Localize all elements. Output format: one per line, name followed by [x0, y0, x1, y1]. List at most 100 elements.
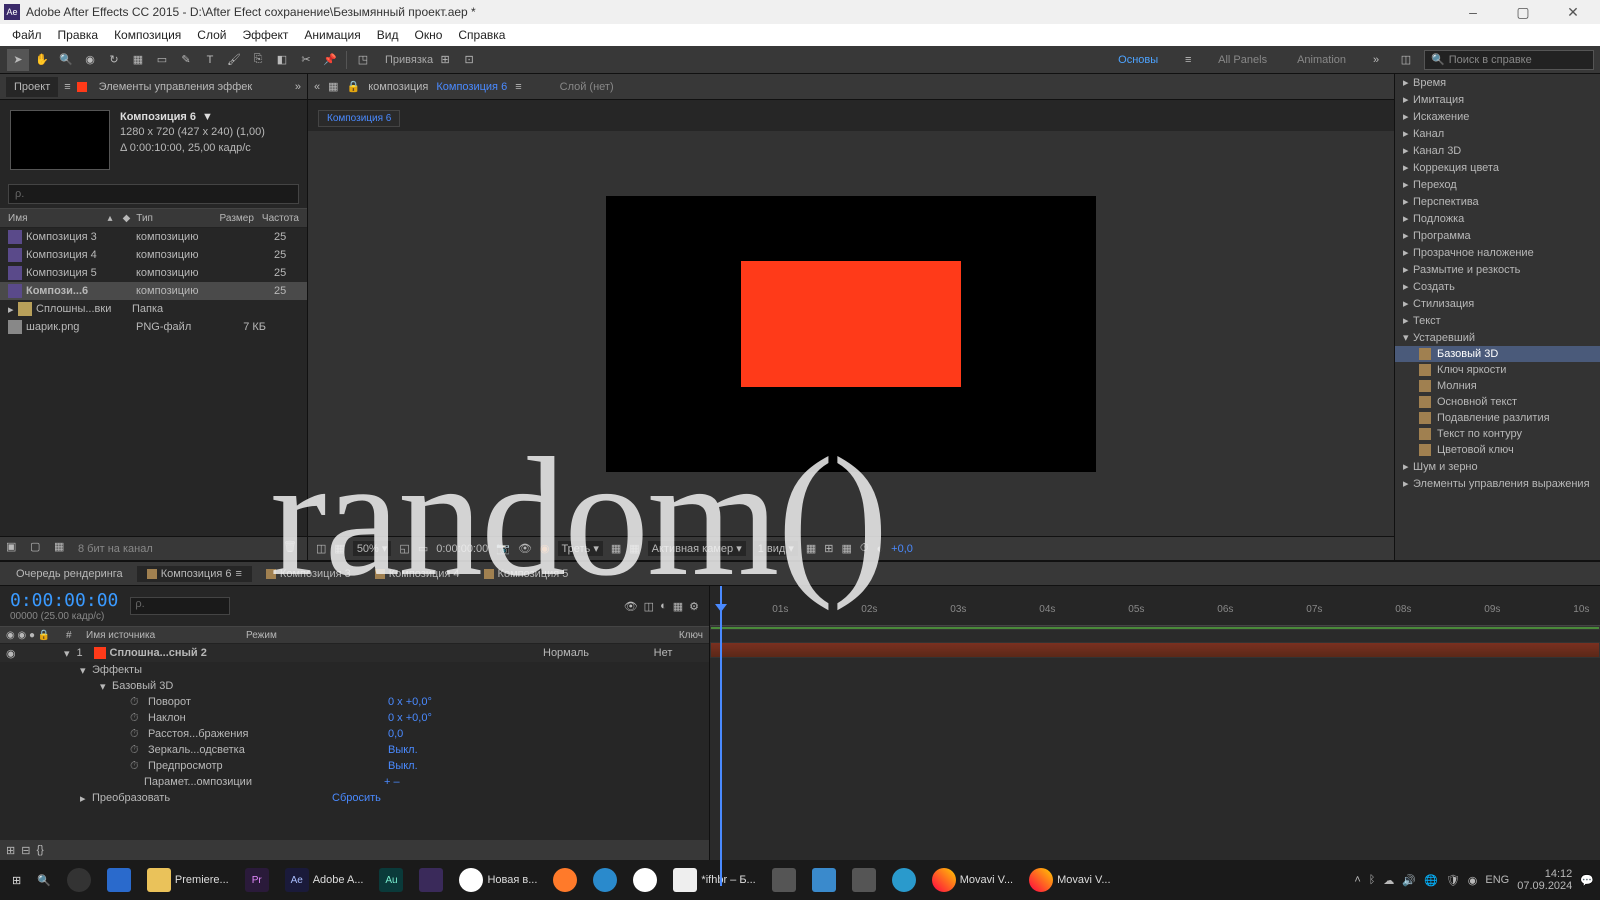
new-folder-icon[interactable]: ▢: [30, 540, 48, 558]
effect-category[interactable]: ▸Программа: [1395, 227, 1600, 244]
menu-edit[interactable]: Правка: [50, 26, 107, 44]
toggle-modes-icon[interactable]: ⊟: [21, 844, 30, 857]
toggle-switches-icon[interactable]: ⊞: [6, 844, 15, 857]
tab-effect-controls[interactable]: Элементы управления эффек: [91, 77, 261, 97]
effect-item-basic3d[interactable]: Базовый 3D: [1395, 346, 1600, 362]
tl-tab-comp4[interactable]: Композиция 4: [365, 566, 470, 582]
minimize-button[interactable]: –: [1458, 4, 1488, 21]
stopwatch-icon[interactable]: ⏱: [130, 728, 144, 741]
menu-animation[interactable]: Анимация: [296, 26, 368, 44]
effect-item[interactable]: Цветовой ключ: [1395, 442, 1600, 458]
eraser-tool[interactable]: ◧: [271, 49, 293, 71]
resolution-icon[interactable]: ◱: [399, 542, 409, 555]
project-item[interactable]: шарик.pngPNG-файл7 КБ: [0, 318, 307, 336]
parent-header[interactable]: Ключ: [679, 630, 703, 641]
taskbar-app[interactable]: [61, 864, 97, 896]
stopwatch-icon[interactable]: ⏱: [130, 760, 144, 773]
solid-layer-preview[interactable]: [741, 261, 961, 387]
effect-category[interactable]: ▸Стилизация: [1395, 295, 1600, 312]
stopwatch-icon[interactable]: ⏱: [130, 696, 144, 709]
prop-specular[interactable]: ⏱Зеркаль...одсветкаВыкл.: [0, 742, 709, 758]
mode-header[interactable]: Режим: [246, 630, 326, 641]
playhead[interactable]: [720, 586, 722, 886]
taskbar-app[interactable]: Movavi V...: [1023, 864, 1116, 896]
motion-blur-icon[interactable]: ◐: [660, 600, 667, 613]
tl-tab-comp3[interactable]: Композиция 3: [256, 566, 361, 582]
tl-tab-renderqueue[interactable]: Очередь рендеринга: [6, 566, 133, 582]
tray-app-icon[interactable]: ◉: [1468, 874, 1478, 887]
start-button[interactable]: ⊞: [6, 864, 27, 896]
search-button[interactable]: 🔍: [31, 864, 57, 896]
rect-tool[interactable]: ▭: [151, 49, 173, 71]
taskbar-app[interactable]: [587, 864, 623, 896]
tray-network-icon[interactable]: 🌐: [1424, 874, 1438, 887]
effect-item[interactable]: Подавление разлития: [1395, 410, 1600, 426]
effect-category-obsolete[interactable]: ▾Устаревший: [1395, 329, 1600, 346]
effect-item[interactable]: Ключ яркости: [1395, 362, 1600, 378]
trash-icon[interactable]: 🗑: [283, 540, 301, 558]
stopwatch-icon[interactable]: ⏱: [130, 744, 144, 757]
shy-toggle-icon[interactable]: 👁: [624, 600, 638, 613]
pixel-aspect-icon[interactable]: ▦: [806, 542, 816, 555]
effect-category[interactable]: ▸Коррекция цвета: [1395, 159, 1600, 176]
prop-value[interactable]: 0 x +0,0°: [388, 712, 432, 724]
taskbar-app[interactable]: [886, 864, 922, 896]
interpret-footage-icon[interactable]: ▣: [6, 540, 24, 558]
brainstorm-icon[interactable]: ⚙: [689, 600, 699, 613]
tab-project-menu-icon[interactable]: ≡: [64, 81, 70, 93]
system-clock[interactable]: 14:12 07.09.2024: [1517, 868, 1572, 892]
project-item[interactable]: Композиция 4композицию25: [0, 246, 307, 264]
current-time-display[interactable]: 0:00:00:00: [436, 543, 488, 555]
project-search-input[interactable]: ρ.: [8, 184, 299, 204]
menu-help[interactable]: Справка: [450, 26, 513, 44]
stopwatch-icon[interactable]: ⏱: [130, 712, 144, 725]
expand-icon[interactable]: ▸: [8, 303, 18, 316]
effect-category[interactable]: ▸Время: [1395, 74, 1600, 91]
prop-value[interactable]: 0,0: [388, 728, 403, 740]
tab-project[interactable]: Проект: [6, 77, 58, 97]
effect-category[interactable]: ▸Имитация: [1395, 91, 1600, 108]
effect-item[interactable]: Основной текст: [1395, 394, 1600, 410]
transparency-grid-icon[interactable]: ▦: [629, 542, 639, 555]
workspace-menu-icon[interactable]: ≡: [1177, 49, 1199, 71]
graph-editor-icon[interactable]: ▦: [673, 600, 683, 613]
taskbar-app[interactable]: [806, 864, 842, 896]
layer-name[interactable]: Сплошна...сный 2: [110, 647, 543, 659]
blend-mode-dropdown[interactable]: Нормаль: [543, 647, 623, 659]
nav-back-icon[interactable]: «: [314, 81, 320, 93]
timeline-ruler[interactable]: 01s 02s 03s 04s 05s 06s 07s 08s 09s 10s: [710, 586, 1600, 626]
zoom-dropdown[interactable]: 50% ▾: [353, 541, 392, 556]
project-item[interactable]: ▸Сплошны...вкиПапка: [0, 300, 307, 318]
col-name-header[interactable]: Имя: [8, 213, 108, 224]
snap-options[interactable]: ⊡: [458, 49, 480, 71]
taskbar-app[interactable]: Au: [373, 864, 409, 896]
project-item[interactable]: Композиция 3композицию25: [0, 228, 307, 246]
tray-bluetooth-icon[interactable]: ᛒ: [1369, 874, 1376, 886]
tl-tab-comp5[interactable]: Композиция 5: [474, 566, 579, 582]
close-button[interactable]: ✕: [1558, 4, 1588, 21]
effect-category[interactable]: ▸Переход: [1395, 176, 1600, 193]
snapshot-icon[interactable]: 📷: [496, 542, 510, 555]
exposure-value[interactable]: +0,0: [891, 543, 913, 555]
prop-value[interactable]: Выкл.: [388, 744, 418, 756]
tray-cloud-icon[interactable]: ☁: [1383, 874, 1394, 887]
hand-tool[interactable]: ✋: [31, 49, 53, 71]
snap-toggle[interactable]: ⊞: [434, 49, 456, 71]
taskbar-app[interactable]: Premiere...: [141, 864, 235, 896]
visibility-toggle-icon[interactable]: ◉: [6, 647, 20, 660]
effect-item[interactable]: Молния: [1395, 378, 1600, 394]
menu-composition[interactable]: Композиция: [106, 26, 189, 44]
pen-tool[interactable]: ✎: [175, 49, 197, 71]
prop-rotation[interactable]: ⏱Поворот0 x +0,0°: [0, 694, 709, 710]
workspace-animation[interactable]: Animation: [1285, 50, 1358, 70]
effect-category[interactable]: ▸Подложка: [1395, 210, 1600, 227]
taskbar-app[interactable]: AeAdobe A...: [279, 864, 370, 896]
3d-view-icon[interactable]: ⊞: [824, 542, 833, 555]
new-comp-icon[interactable]: ▦: [54, 540, 72, 558]
project-item[interactable]: Компози...6композицию25: [0, 282, 307, 300]
workspace-essentials[interactable]: Основы: [1106, 50, 1170, 70]
render-icon[interactable]: ▦: [842, 542, 852, 555]
timeline-tracks-area[interactable]: 01s 02s 03s 04s 05s 06s 07s 08s 09s 10s: [710, 586, 1600, 860]
parent-dropdown[interactable]: Нет: [623, 647, 703, 659]
language-indicator[interactable]: ENG: [1485, 874, 1509, 886]
